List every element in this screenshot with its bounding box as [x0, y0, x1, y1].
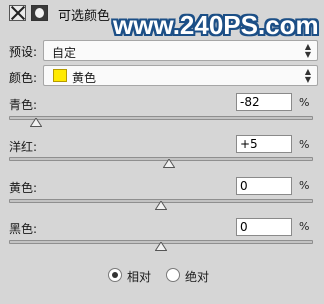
chevron-updown-icon: ▲ ▼ — [304, 42, 311, 59]
adjustment-layer-icon[interactable] — [9, 5, 26, 21]
preset-value: 自定 — [52, 46, 77, 60]
panel-title: 可选颜色 — [58, 9, 111, 24]
black-unit: % — [299, 220, 310, 233]
absolute-radio[interactable] — [166, 268, 180, 282]
black-label: 黑色: — [9, 222, 38, 236]
color-swatch — [53, 69, 67, 82]
selective-color-panel: 可选颜色 www.240PS.com 预设: 自定 ▲ ▼ 颜色: 黄色 ▲ ▼ 青… — [0, 0, 324, 304]
colors-select[interactable]: 黄色 ▲ ▼ — [43, 65, 318, 86]
cyan-slider-track[interactable] — [9, 116, 313, 120]
preset-label: 预设: — [9, 45, 38, 59]
layer-mask-icon[interactable] — [31, 5, 48, 21]
cyan-unit: % — [299, 96, 310, 109]
magenta-unit: % — [299, 138, 310, 151]
yellow-slider-thumb[interactable] — [155, 201, 167, 210]
watermark: www.240PS.com — [113, 10, 319, 40]
cyan-slider-thumb[interactable] — [30, 118, 43, 127]
relative-label: 相对 — [127, 270, 152, 284]
relative-radio[interactable] — [108, 268, 122, 282]
yellow-input[interactable]: 0 — [236, 177, 292, 195]
magenta-input[interactable]: +5 — [236, 135, 292, 153]
yellow-unit: % — [299, 179, 310, 192]
black-input[interactable]: 0 — [236, 218, 292, 236]
black-slider-thumb[interactable] — [155, 242, 167, 251]
preset-select[interactable]: 自定 ▲ ▼ — [43, 40, 318, 61]
cyan-label: 青色: — [9, 98, 38, 112]
yellow-label: 黄色: — [9, 181, 38, 195]
colors-label: 颜色: — [9, 71, 38, 85]
magenta-slider-track[interactable] — [9, 157, 313, 161]
magenta-label: 洋红: — [9, 140, 38, 154]
cyan-input[interactable]: -82 — [236, 93, 292, 111]
magenta-slider-thumb[interactable] — [162, 159, 175, 168]
colors-value: 黄色 — [72, 71, 97, 85]
absolute-label: 绝对 — [185, 270, 210, 284]
chevron-updown-icon: ▲ ▼ — [304, 67, 311, 84]
